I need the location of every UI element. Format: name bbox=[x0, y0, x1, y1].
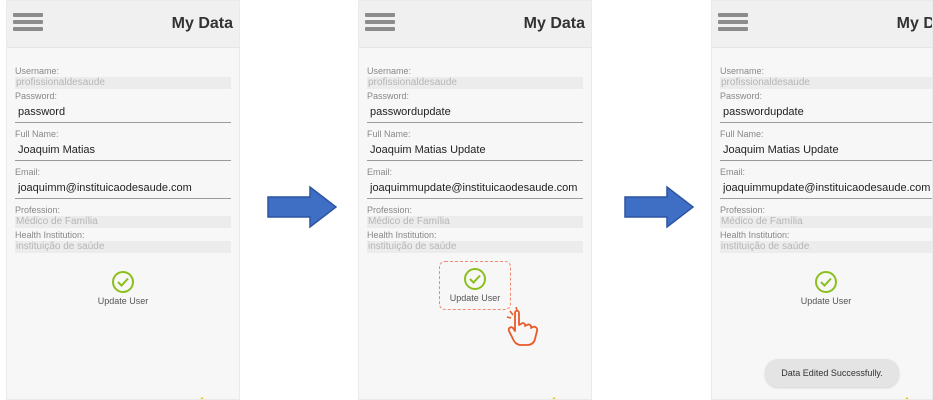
profession-label: Profession: bbox=[367, 205, 413, 215]
password-label: Password: bbox=[367, 91, 410, 101]
profession-label: Profession: bbox=[720, 205, 766, 215]
check-circle-icon bbox=[815, 271, 837, 293]
check-circle-icon bbox=[112, 271, 134, 293]
health-institution-value: instituição de saúde bbox=[720, 241, 932, 253]
menu-icon[interactable] bbox=[718, 13, 748, 35]
health-institution-label: Health Institution: bbox=[15, 230, 85, 240]
password-field[interactable] bbox=[720, 102, 932, 123]
app-header: My Data bbox=[7, 1, 239, 48]
success-toast: Data Edited Successfully. bbox=[765, 359, 899, 387]
profession-label: Profession: bbox=[15, 205, 61, 215]
update-user-label: Update User bbox=[800, 296, 852, 306]
user-form: Username: profissionaldesaude Password: … bbox=[359, 48, 591, 310]
full-name-label: Full Name: bbox=[367, 129, 411, 139]
health-institution-label: Health Institution: bbox=[720, 230, 790, 240]
check-circle-icon bbox=[464, 268, 486, 290]
full-name-field[interactable] bbox=[367, 140, 583, 161]
tap-hand-icon bbox=[506, 307, 539, 346]
password-label: Password: bbox=[720, 91, 763, 101]
full-name-field[interactable] bbox=[720, 140, 932, 161]
password-label: Password: bbox=[15, 91, 58, 101]
username-value: profissionaldesaude bbox=[367, 77, 583, 89]
health-institution-label: Health Institution: bbox=[367, 230, 437, 240]
screen-initial: My Data Username: profissionaldesaude Pa… bbox=[6, 0, 240, 400]
right-arrow-icon bbox=[267, 185, 338, 229]
update-user-button[interactable]: Update User bbox=[720, 269, 932, 309]
username-label: Username: bbox=[720, 66, 765, 76]
update-user-label: Update User bbox=[97, 296, 149, 306]
email-field[interactable] bbox=[15, 178, 231, 199]
email-field[interactable] bbox=[367, 178, 583, 199]
username-value: profissionaldesaude bbox=[720, 77, 932, 89]
full-name-label: Full Name: bbox=[720, 129, 764, 139]
page-title: My Data bbox=[896, 15, 932, 32]
profession-value: Médico de Família bbox=[367, 216, 583, 228]
screen-edited: My Data Username: profissionaldesaude Pa… bbox=[358, 0, 592, 400]
email-label: Email: bbox=[15, 167, 41, 177]
full-name-label: Full Name: bbox=[15, 129, 59, 139]
screen-success: My Data Username: profissionaldesaude Pa… bbox=[711, 0, 933, 400]
page-title: My Data bbox=[171, 15, 233, 32]
password-field[interactable] bbox=[15, 102, 231, 123]
email-label: Email: bbox=[367, 167, 393, 177]
profession-value: Médico de Família bbox=[720, 216, 932, 228]
app-header: My Data bbox=[712, 1, 932, 48]
update-user-button[interactable]: Update User bbox=[367, 261, 583, 310]
email-field[interactable] bbox=[720, 178, 932, 199]
update-user-button[interactable]: Update User bbox=[15, 269, 231, 309]
app-header: My Data bbox=[359, 1, 591, 48]
user-form: Username: profissionaldesaude Password: … bbox=[712, 48, 932, 309]
full-name-field[interactable] bbox=[15, 140, 231, 161]
right-arrow-icon bbox=[624, 185, 695, 229]
update-user-label: Update User bbox=[449, 293, 501, 303]
page-title: My Data bbox=[523, 15, 585, 32]
username-value: profissionaldesaude bbox=[15, 77, 231, 89]
health-institution-value: instituição de saúde bbox=[367, 241, 583, 253]
menu-icon[interactable] bbox=[365, 13, 395, 35]
health-institution-value: instituição de saúde bbox=[15, 241, 231, 253]
username-label: Username: bbox=[15, 66, 60, 76]
username-label: Username: bbox=[367, 66, 412, 76]
profession-value: Médico de Família bbox=[15, 216, 231, 228]
menu-icon[interactable] bbox=[13, 13, 43, 35]
password-field[interactable] bbox=[367, 102, 583, 123]
email-label: Email: bbox=[720, 167, 746, 177]
user-form: Username: profissionaldesaude Password: … bbox=[7, 48, 239, 309]
